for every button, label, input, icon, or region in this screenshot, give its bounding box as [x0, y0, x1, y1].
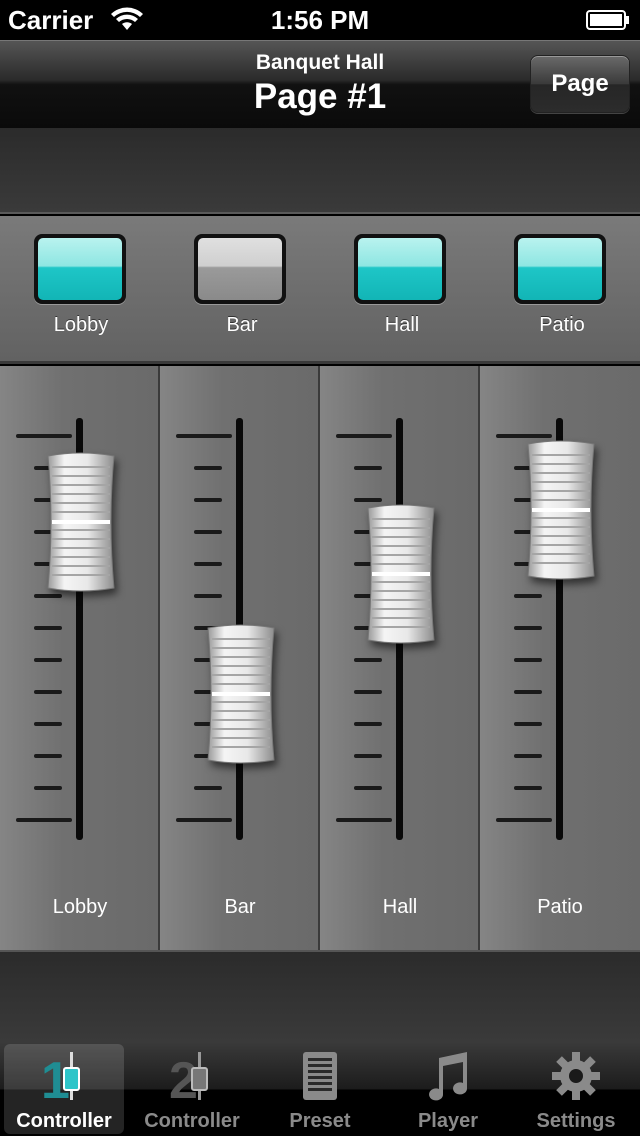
tab-preset[interactable]: Preset	[260, 1044, 380, 1134]
tab-label: Controller	[144, 1110, 240, 1132]
footer-spacer	[0, 950, 640, 1042]
scale-tick	[16, 434, 72, 438]
tab-settings[interactable]: Settings	[516, 1044, 636, 1134]
page-button[interactable]: Page	[530, 55, 630, 113]
scale-tick	[34, 626, 62, 630]
scale-tick	[34, 722, 62, 726]
scale-tick	[34, 690, 62, 694]
zone-toggle-bar[interactable]	[194, 234, 286, 304]
zone-toggle-panel: Lobby Bar Hall Patio	[0, 216, 640, 364]
channel-strip-hall: Hall	[320, 366, 480, 950]
fader-knob[interactable]	[364, 504, 438, 644]
channel-label: Hall	[382, 896, 418, 918]
controller-1-icon: 1	[41, 1052, 80, 1102]
scale-tick	[194, 786, 222, 790]
scale-tick	[34, 786, 62, 790]
zone-toggle-label: Patio	[539, 314, 585, 336]
preset-icon	[303, 1052, 337, 1100]
scale-tick	[34, 594, 62, 598]
tab-controller-1[interactable]: 1 Controller	[4, 1044, 124, 1134]
channel-strip-bar: Bar	[160, 366, 320, 950]
channel-strip-lobby: Lobby	[0, 366, 160, 950]
status-bar: Carrier 1:56 PM	[0, 0, 640, 40]
scale-tick	[194, 562, 222, 566]
scale-tick	[514, 626, 542, 630]
scale-tick	[194, 530, 222, 534]
fader-knob[interactable]	[524, 440, 598, 580]
scale-tick	[354, 690, 382, 694]
scale-tick	[34, 658, 62, 662]
scale-tick	[336, 434, 392, 438]
scale-tick	[354, 498, 382, 502]
scale-tick	[514, 658, 542, 662]
zone-toggle-lobby[interactable]	[34, 234, 126, 304]
tab-label: Preset	[289, 1110, 351, 1132]
scale-tick	[354, 466, 382, 470]
fader-knob[interactable]	[44, 452, 118, 592]
header-spacer	[0, 128, 640, 214]
zone-toggle-hall[interactable]	[354, 234, 446, 304]
channel-label: Patio	[537, 896, 583, 918]
led-indicator	[38, 238, 122, 300]
clock: 1:56 PM	[270, 5, 370, 35]
gear-icon	[552, 1052, 600, 1100]
scale-tick	[496, 818, 552, 822]
zone-toggle-patio[interactable]	[514, 234, 606, 304]
scale-tick	[336, 818, 392, 822]
led-indicator	[358, 238, 442, 300]
zone-toggle-label: Bar	[226, 314, 258, 336]
tab-label: Settings	[536, 1110, 616, 1132]
led-indicator	[198, 238, 282, 300]
zone-toggle-label: Hall	[384, 314, 420, 336]
channel-label: Lobby	[52, 896, 108, 918]
music-note-icon	[429, 1052, 468, 1101]
scale-tick	[194, 466, 222, 470]
channel-label: Bar	[224, 896, 256, 918]
tab-bar: 1 Controller 2 Controller Preset Player	[0, 1042, 640, 1136]
scale-tick	[514, 594, 542, 598]
scale-tick	[354, 786, 382, 790]
scale-tick	[514, 786, 542, 790]
scale-tick	[354, 754, 382, 758]
scale-tick	[514, 690, 542, 694]
controller-2-icon: 2	[169, 1052, 208, 1102]
scale-tick	[514, 754, 542, 758]
led-indicator	[518, 238, 602, 300]
tab-label: Controller	[16, 1110, 112, 1132]
scale-tick	[34, 754, 62, 758]
navigation-bar: Banquet Hall Page #1 Page	[0, 40, 640, 128]
zone-toggle-label: Lobby	[53, 314, 109, 336]
scale-tick	[176, 434, 232, 438]
channel-strip-patio: Patio	[480, 366, 640, 950]
scale-tick	[354, 658, 382, 662]
tab-label: Player	[417, 1110, 479, 1132]
tab-controller-2[interactable]: 2 Controller	[132, 1044, 252, 1134]
scale-tick	[194, 594, 222, 598]
scale-tick	[496, 434, 552, 438]
scale-tick	[354, 722, 382, 726]
tab-player[interactable]: Player	[388, 1044, 508, 1134]
scale-tick	[176, 818, 232, 822]
fader-knob[interactable]	[204, 624, 278, 764]
scale-tick	[194, 498, 222, 502]
scale-tick	[16, 818, 72, 822]
scale-tick	[514, 722, 542, 726]
fader-panel: Lobby Bar Hall Patio	[0, 366, 640, 950]
battery-icon	[586, 10, 629, 30]
